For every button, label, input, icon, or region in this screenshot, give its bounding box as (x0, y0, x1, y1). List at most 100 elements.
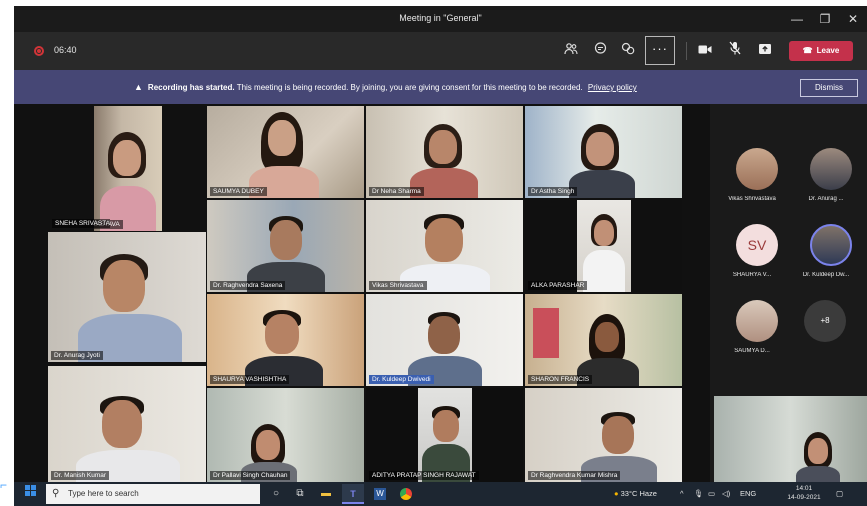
search-icon: ⚲ (52, 488, 60, 499)
more-actions-button[interactable]: ··· (645, 36, 675, 65)
participant-name: Dr Pallavi Singh Chauhan (210, 471, 291, 480)
name-overlay: SNEHA SRIVASTAVA (50, 208, 110, 230)
participant-name: Dr. Anurag ... (808, 196, 844, 202)
participant-name: Dr. Manish Kumar (51, 471, 110, 480)
cortana-icon[interactable]: ○ (266, 484, 286, 504)
participant-name: Dr. Kuldeep Dwivedi (369, 375, 434, 384)
banner-text: This meeting is being recorded. By joini… (236, 83, 583, 92)
more-participants-button[interactable]: +8 (804, 300, 846, 342)
chat-icon (594, 42, 606, 54)
word-icon[interactable]: W (370, 484, 390, 504)
banner-message: ▲ Recording has started. This meeting is … (134, 82, 637, 92)
participant-name: SHARON FRANCIS (528, 375, 593, 384)
participant-name: SAUMYA DUBEY (210, 187, 267, 196)
participant-name: SHAURYA V... (732, 272, 772, 278)
video-tile[interactable]: Dr. Kuldeep Dwivedi (366, 294, 523, 386)
windows-start-button[interactable] (18, 484, 42, 504)
initials-avatar: SV (736, 224, 778, 266)
video-tile[interactable]: SHARON FRANCIS (525, 294, 682, 386)
taskbar-search-input[interactable]: ⚲ Type here to search (46, 484, 260, 504)
avatar (810, 148, 852, 190)
participant-name: ADITYA PRATAP SINGH RAJAWAT (369, 471, 479, 480)
recording-banner: ▲ Recording has started. This meeting is … (14, 70, 867, 104)
participant-avatar-card[interactable]: SV SHAURYA V... (716, 224, 786, 284)
desktop-edge-icon: ⌐ (0, 478, 8, 492)
participant-name: Vikas Shrivastava (369, 281, 427, 290)
participant-avatar-card[interactable]: Dr. Anurag ... (790, 148, 860, 208)
participant-avatar-card[interactable]: Vikas Shrivastava (716, 148, 786, 208)
share-screen-button[interactable] (754, 41, 776, 61)
video-tile[interactable]: ALKA PARASHAR (525, 200, 682, 292)
windows-logo-icon (24, 485, 36, 496)
participant-name: Vikas Shrivastava (728, 196, 776, 202)
share-screen-icon (759, 44, 771, 54)
video-tile[interactable]: ADITYA PRATAP SINGH RAJAWAT (366, 388, 523, 482)
participants-icon (564, 43, 578, 55)
teams-window: Meeting in "General" — ❐ ✕ 06:40 ··· ☎ Le… (14, 6, 867, 506)
participant-name: Dr. Kuldeep Dw... (802, 272, 850, 278)
show-hidden-icons-button[interactable]: ^ (680, 484, 684, 504)
video-tile[interactable]: Dr. Manish Kumar (48, 366, 206, 482)
participant-name: Dr. Raghvendra Saxena (210, 281, 286, 290)
video-tile[interactable]: Dr Astha Singh (525, 106, 682, 198)
avatar (736, 300, 778, 342)
toolbar-divider (686, 42, 687, 60)
video-tile[interactable]: Dr Neha Sharma (366, 106, 523, 198)
participant-avatar-card[interactable]: Dr. Kuldeep Dw... (790, 224, 860, 284)
participant-name: SHAURYA VASHISHTHA (210, 375, 290, 384)
leave-button[interactable]: ☎ Leave (789, 41, 853, 61)
microphone-tray-icon[interactable]: 🎙 (694, 484, 704, 504)
minimize-button[interactable]: — (784, 10, 810, 28)
banner-bold-text: Recording has started. (147, 83, 235, 92)
video-tile[interactable]: Dr Pallavi Singh Chauhan (207, 388, 364, 482)
video-tile[interactable]: Dr. Raghvendra Saxena (207, 200, 364, 292)
reactions-icon (621, 42, 635, 55)
task-view-icon[interactable]: ⧉ (290, 484, 310, 504)
weather-text: 33°C Haze (620, 489, 657, 498)
reactions-button[interactable] (617, 41, 639, 61)
participant-name: Dr Neha Sharma (369, 187, 424, 196)
notifications-icon[interactable]: ▢ (836, 484, 843, 504)
windows-taskbar: ⚲ Type here to search ○ ⧉ ▬ T W ● 33°C Ha… (14, 482, 867, 506)
dismiss-button[interactable]: Dismiss (800, 79, 858, 97)
sun-icon: ● (614, 489, 619, 498)
microphone-muted-icon (729, 41, 741, 55)
participant-name: ALKA PARASHAR (528, 281, 588, 290)
close-window-button[interactable]: ✕ (840, 10, 866, 28)
video-tile[interactable]: Dr. Anurag Jyoti (48, 232, 206, 362)
maximize-button[interactable]: ❐ (812, 10, 838, 28)
video-tile[interactable]: SAUMYA DUBEY (207, 106, 364, 198)
participant-name: SNEHA SRIVASTAVA (52, 219, 110, 228)
participant-name: Dr Astha Singh (528, 187, 578, 196)
camera-button[interactable] (694, 41, 716, 61)
video-tile[interactable]: SHAURYA VASHISHTHA (207, 294, 364, 386)
weather-widget[interactable]: ● 33°C Haze (614, 484, 657, 504)
clock-time: 14:01 (795, 485, 813, 492)
privacy-policy-link[interactable]: Privacy policy (588, 83, 637, 92)
network-icon[interactable]: ▭ (708, 484, 715, 504)
phone-hangup-icon: ☎ (802, 46, 813, 55)
file-explorer-icon[interactable]: ▬ (316, 484, 336, 504)
self-view-tile[interactable] (714, 396, 867, 484)
participant-name: SAUMYA D... (734, 348, 770, 354)
participant-name: Dr Raghvendra Kumar Mishra (528, 471, 621, 480)
video-tile[interactable]: Dr Raghvendra Kumar Mishra (525, 388, 682, 482)
participant-name: Dr. Anurag Jyoti (51, 351, 103, 360)
avatar (736, 148, 778, 190)
participants-button[interactable] (560, 41, 582, 61)
chat-button[interactable] (589, 41, 611, 61)
teams-taskbar-icon[interactable]: T (342, 484, 364, 504)
volume-icon[interactable]: ◁) (722, 484, 730, 504)
chrome-icon[interactable] (396, 484, 416, 504)
video-tile[interactable]: Vikas Shrivastava (366, 200, 523, 292)
participant-avatar-card[interactable]: SAUMYA D... (716, 300, 786, 360)
camera-icon (698, 45, 712, 54)
input-language[interactable]: ENG (740, 484, 756, 504)
meeting-toolbar: 06:40 ··· ☎ Leave (14, 32, 867, 70)
microphone-button[interactable] (724, 41, 746, 61)
window-title: Meeting in "General" (399, 13, 482, 23)
system-clock[interactable]: 14:01 14-09-2021 (784, 484, 824, 502)
warning-icon: ▲ (134, 82, 143, 92)
recording-icon (34, 46, 44, 56)
leave-label: Leave (816, 46, 840, 55)
